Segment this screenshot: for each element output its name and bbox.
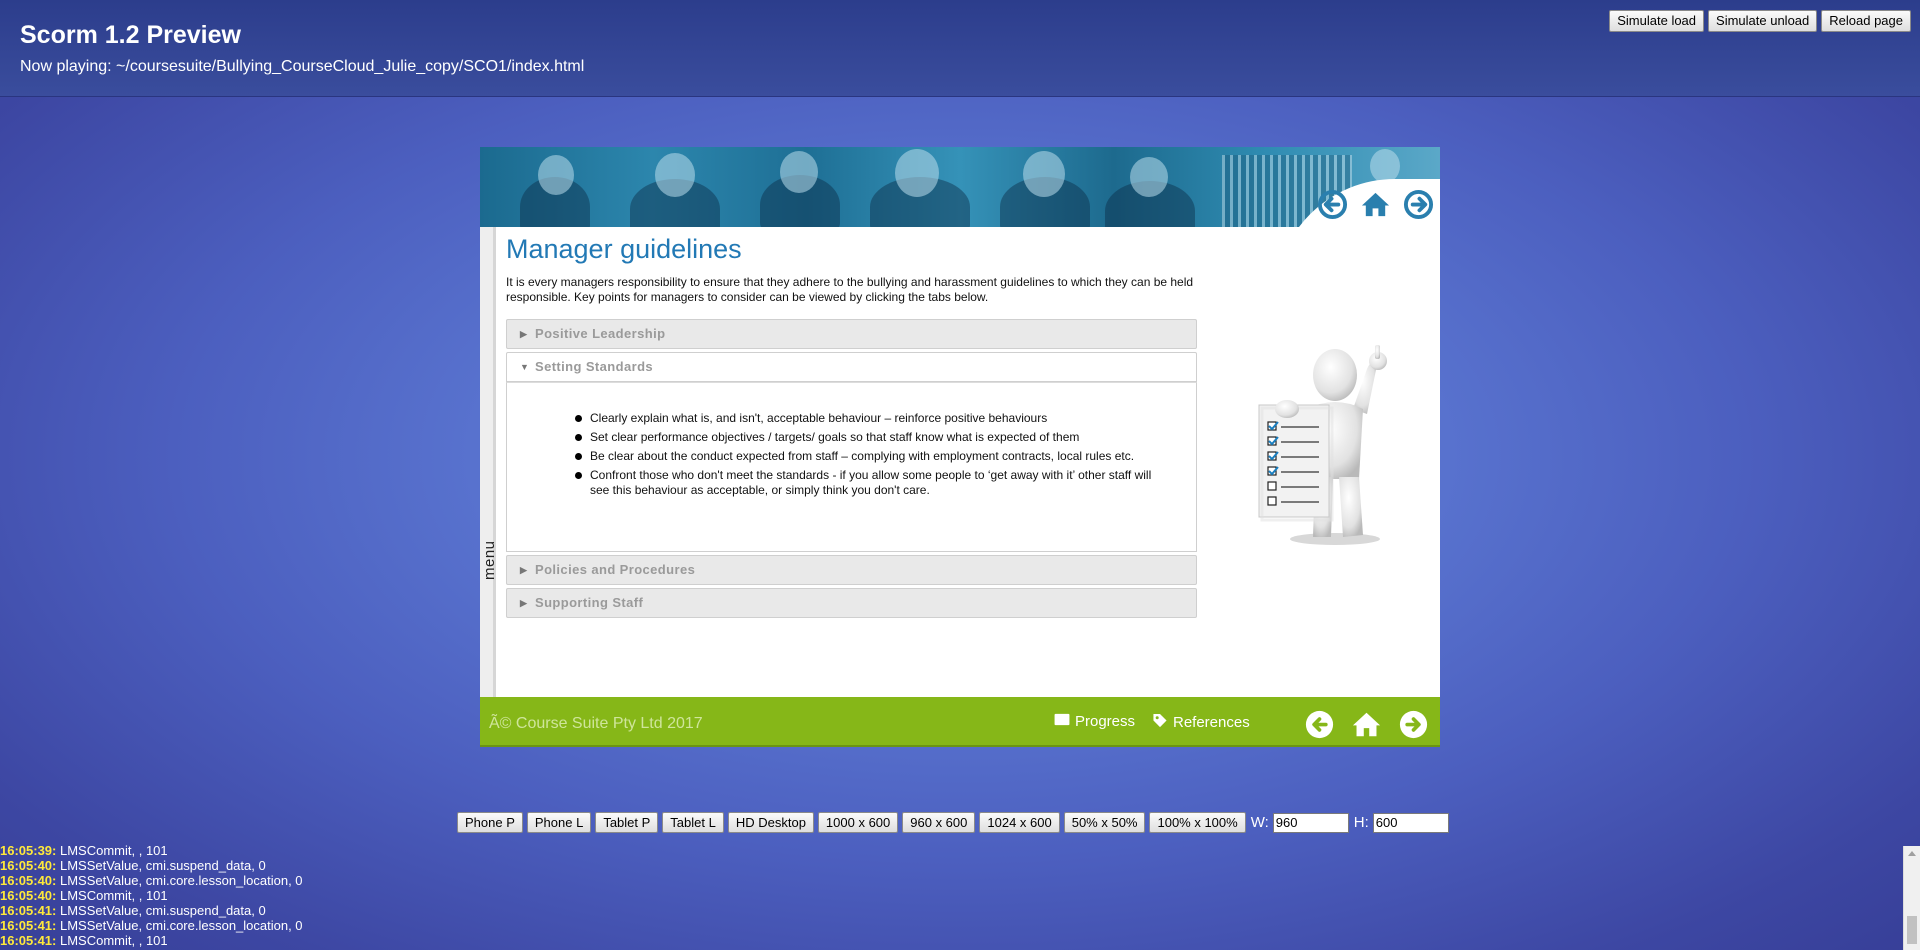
course-footer: Ã© Course Suite Pty Ltd 2017 Progress Re…	[480, 697, 1440, 747]
checklist-figure-image	[1235, 309, 1405, 549]
width-input[interactable]	[1272, 812, 1349, 833]
tablet-portrait-button[interactable]: Tablet P	[595, 812, 659, 833]
log-time: 16:05:40:	[0, 873, 57, 888]
list-item: Confront those who don't meet the standa…	[575, 468, 1156, 498]
back-arrow-icon[interactable]	[1317, 189, 1348, 220]
viewport-size-bar: Phone P Phone L Tablet P Tablet L HD Des…	[457, 812, 1449, 833]
tab-supporting-staff[interactable]: ▶ Supporting Staff	[506, 588, 1197, 618]
tab-setting-standards[interactable]: ▼ Setting Standards	[506, 352, 1197, 382]
caret-right-icon: ▶	[520, 329, 528, 339]
progress-label: Progress	[1075, 713, 1136, 730]
log-scrollbar[interactable]	[1903, 846, 1920, 950]
intro-text: It is every managers responsibility to e…	[506, 275, 1194, 304]
size-960x600-button[interactable]: 960 x 600	[902, 812, 976, 833]
home-icon[interactable]	[1360, 189, 1391, 220]
log-text: LMSSetValue, cmi.core.lesson_location, 0	[56, 873, 303, 888]
log-text: LMSCommit, , 101	[56, 933, 168, 948]
top-nav	[1317, 189, 1434, 220]
list-item: Be clear about the conduct expected from…	[575, 449, 1156, 464]
log-time: 16:05:41:	[0, 918, 57, 933]
now-playing-path: Now playing: ~/coursesuite/Bullying_Cour…	[20, 58, 585, 75]
copyright-text: Ã© Course Suite Pty Ltd 2017	[489, 715, 703, 732]
list-item: Set clear performance objectives / targe…	[575, 430, 1156, 445]
log-line: 16:05:41: LMSCommit, , 101	[0, 933, 1900, 948]
hd-desktop-button[interactable]: HD Desktop	[727, 812, 814, 833]
scroll-thumb[interactable]	[1907, 916, 1917, 944]
setting-standards-panel: Clearly explain what is, and isn't, acce…	[506, 382, 1197, 552]
tag-icon	[1152, 713, 1168, 732]
references-label: References	[1173, 714, 1250, 731]
log-line: 16:05:41: LMSSetValue, cmi.suspend_data,…	[0, 903, 1900, 918]
tablet-landscape-button[interactable]: Tablet L	[662, 812, 724, 833]
app-title: Scorm 1.2 Preview	[20, 21, 241, 49]
tab-policies-procedures[interactable]: ▶ Policies and Procedures	[506, 555, 1197, 585]
footer-nav	[1305, 710, 1428, 739]
phone-portrait-button[interactable]: Phone P	[457, 812, 523, 833]
forward-arrow-icon[interactable]	[1399, 710, 1428, 739]
log-text: LMSCommit, , 101	[56, 888, 168, 903]
list-item: Clearly explain what is, and isn't, acce…	[575, 411, 1156, 426]
references-link[interactable]: References	[1152, 713, 1250, 732]
log-time: 16:05:41:	[0, 933, 57, 948]
home-icon[interactable]	[1352, 710, 1381, 739]
log-line: 16:05:40: LMSSetValue, cmi.core.lesson_l…	[0, 873, 1900, 888]
course-frame: menu Manager guidelines It is every mana…	[480, 147, 1440, 747]
menu-tab[interactable]: menu	[480, 227, 498, 697]
log-text: LMSSetValue, cmi.core.lesson_location, 0	[56, 918, 303, 933]
tab-label: Positive Leadership	[535, 326, 666, 341]
log-time: 16:05:40:	[0, 888, 57, 903]
size-100-percent-button[interactable]: 100% x 100%	[1149, 812, 1246, 833]
simulate-load-button[interactable]: Simulate load	[1609, 10, 1705, 32]
log-line: 16:05:39: LMSCommit, , 101	[0, 843, 1900, 858]
top-header: Scorm 1.2 Preview Now playing: ~/courses…	[0, 0, 1920, 97]
banner-image	[480, 147, 1440, 227]
forward-arrow-icon[interactable]	[1403, 189, 1434, 220]
scroll-up-icon[interactable]	[1908, 851, 1916, 856]
caret-right-icon: ▶	[520, 598, 528, 608]
size-1024x600-button[interactable]: 1024 x 600	[979, 812, 1060, 833]
guidelines-accordion: ▶ Positive Leadership ▼ Setting Standard…	[506, 319, 1197, 621]
height-input[interactable]	[1372, 812, 1449, 833]
top-toolbar: Simulate load Simulate unload Reload pag…	[1609, 10, 1911, 32]
log-line: 16:05:41: LMSSetValue, cmi.core.lesson_l…	[0, 918, 1900, 933]
log-time: 16:05:40:	[0, 858, 57, 873]
back-arrow-icon[interactable]	[1305, 710, 1334, 739]
height-label: H:	[1353, 814, 1369, 831]
width-label: W:	[1250, 814, 1269, 831]
scorm-log: 16:05:39: LMSCommit, , 101 16:05:40: LMS…	[0, 843, 1900, 948]
tab-label: Policies and Procedures	[535, 562, 696, 577]
tab-positive-leadership[interactable]: ▶ Positive Leadership	[506, 319, 1197, 349]
log-time: 16:05:41:	[0, 903, 57, 918]
progress-link[interactable]: Progress	[1054, 713, 1135, 730]
simulate-unload-button[interactable]: Simulate unload	[1708, 10, 1818, 32]
log-time: 16:05:39:	[0, 843, 57, 858]
size-1000x600-button[interactable]: 1000 x 600	[817, 812, 899, 833]
phone-landscape-button[interactable]: Phone L	[526, 812, 592, 833]
standards-list: Clearly explain what is, and isn't, acce…	[575, 411, 1156, 498]
tab-label: Setting Standards	[535, 359, 654, 374]
log-line: 16:05:40: LMSCommit, , 101	[0, 888, 1900, 903]
reload-page-button[interactable]: Reload page	[1821, 10, 1911, 32]
menu-label[interactable]: menu	[481, 520, 498, 600]
progress-icon	[1054, 713, 1070, 730]
caret-right-icon: ▶	[520, 565, 528, 575]
log-text: LMSSetValue, cmi.suspend_data, 0	[56, 903, 266, 918]
page-title: Manager guidelines	[506, 234, 742, 264]
log-line: 16:05:40: LMSSetValue, cmi.suspend_data,…	[0, 858, 1900, 873]
log-text: LMSCommit, , 101	[56, 843, 168, 858]
caret-down-icon: ▼	[520, 362, 530, 372]
tab-label: Supporting Staff	[535, 595, 644, 610]
log-text: LMSSetValue, cmi.suspend_data, 0	[56, 858, 266, 873]
size-50-percent-button[interactable]: 50% x 50%	[1063, 812, 1146, 833]
